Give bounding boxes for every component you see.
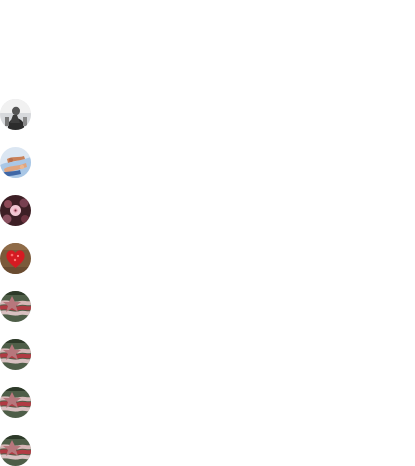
avatar[interactable] — [0, 339, 31, 370]
avatar[interactable] — [0, 99, 31, 130]
avatar[interactable] — [0, 147, 31, 178]
flag-photo-icon — [0, 387, 31, 418]
avatar-list-item[interactable] — [0, 195, 32, 227]
avatar[interactable] — [0, 243, 31, 274]
avatar-list-item[interactable] — [0, 387, 32, 419]
avatar[interactable] — [0, 291, 31, 322]
avatar-list-item[interactable] — [0, 435, 32, 466]
pink-flower-photo-icon — [0, 195, 31, 226]
red-heart-photo-icon — [0, 243, 31, 274]
hands-photo-icon — [0, 147, 31, 178]
avatar[interactable] — [0, 387, 31, 418]
avatar-list-item[interactable] — [0, 243, 32, 275]
avatar[interactable] — [0, 195, 31, 226]
page — [0, 0, 415, 466]
avatar-list-item[interactable] — [0, 147, 32, 179]
flag-photo-icon — [0, 435, 31, 466]
flag-photo-icon — [0, 339, 31, 370]
avatar-list-item[interactable] — [0, 291, 32, 323]
avatar[interactable] — [0, 435, 31, 466]
avatar-list-item[interactable] — [0, 339, 32, 371]
dark-figure-photo-icon — [0, 99, 31, 130]
flag-photo-icon — [0, 291, 31, 322]
avatar-list-item[interactable] — [0, 99, 32, 131]
